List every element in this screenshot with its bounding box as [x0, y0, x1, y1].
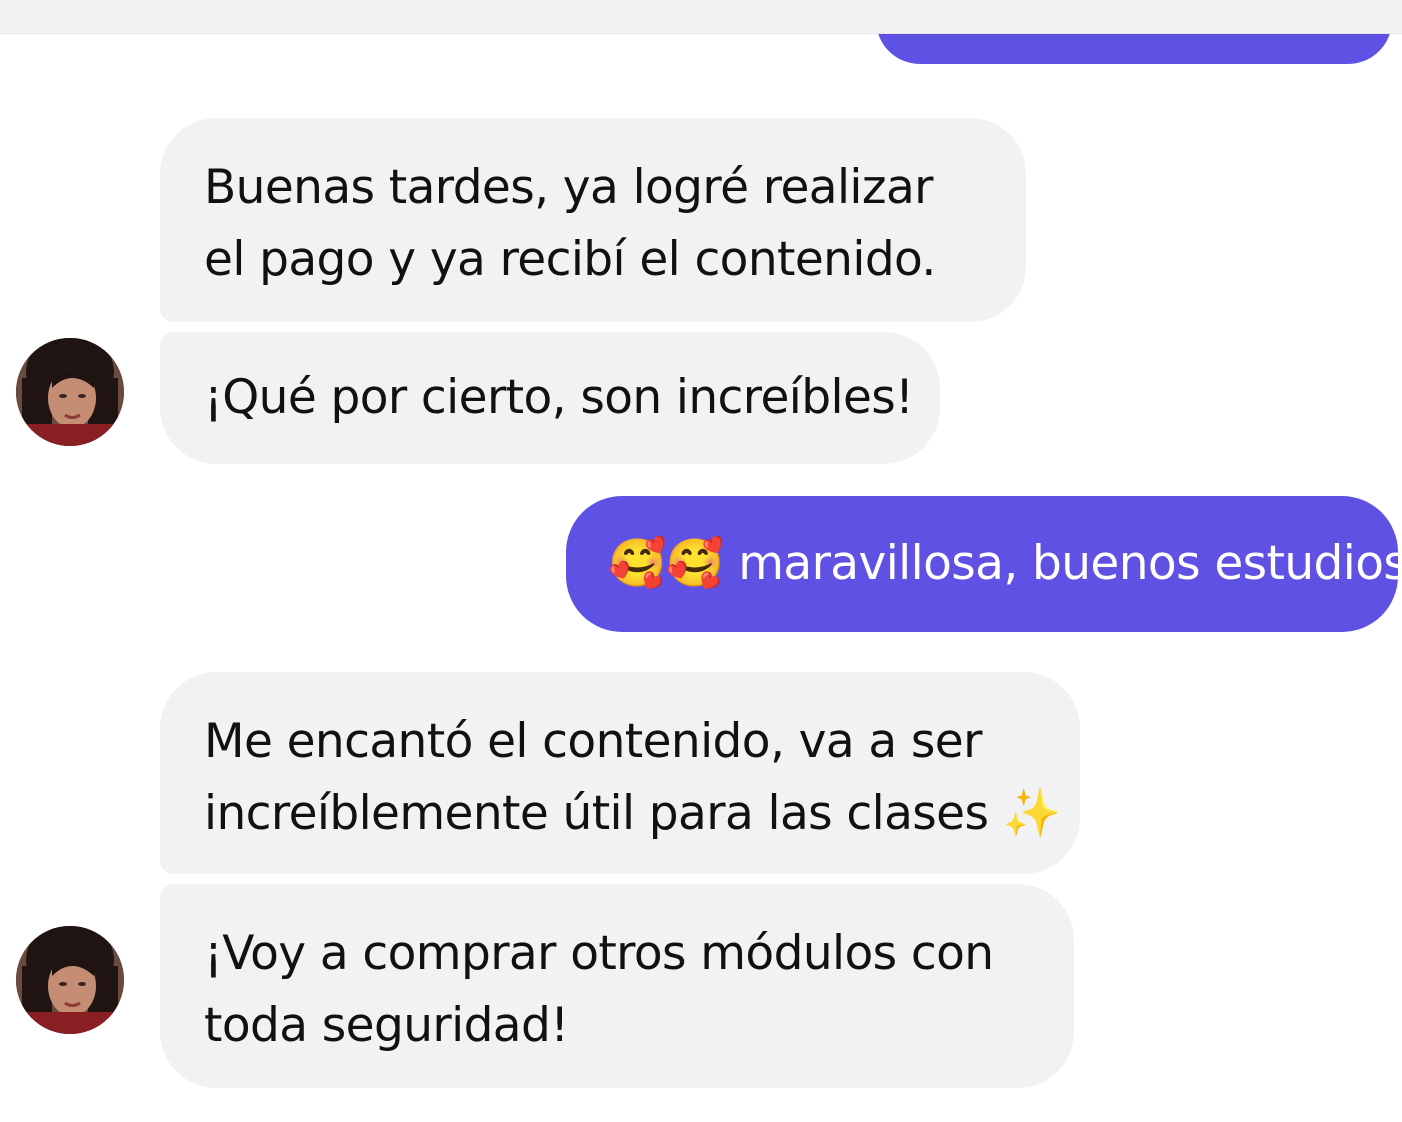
user-avatar-image [16, 338, 124, 446]
incoming-message-bubble: ¡Voy a comprar otros módulos con toda se… [160, 884, 1074, 1088]
smiling-face-with-hearts-icon: 🥰🥰 [608, 536, 724, 591]
incoming-message-bubble: Buenas tardes, ya logré realizar el pago… [160, 118, 1026, 322]
outgoing-message-bubble: 🥰🥰 maravillosa, buenos estudios [566, 496, 1402, 632]
avatar[interactable] [16, 338, 124, 446]
sparkles-icon: ✨ [1002, 786, 1062, 841]
message-line: increíblemente útil para las clases [204, 786, 989, 841]
incoming-message-bubble: Me encantó el contenido, va a ser increí… [160, 672, 1080, 874]
message-line: Me encantó el contenido, va a ser [204, 714, 982, 769]
user-avatar-image [16, 926, 124, 1034]
incoming-message-bubble: ¡Qué por cierto, son increíbles! [160, 332, 940, 464]
message-text: maravillosa, buenos estudios [738, 536, 1402, 591]
chat-header-bar [0, 0, 1402, 34]
message-line: el pago y ya recibí el contenido. [204, 232, 936, 287]
message-line-with-emoji: increíblemente útil para las clases ✨ [204, 778, 1061, 850]
avatar[interactable] [16, 926, 124, 1034]
message-line: ¡Voy a comprar otros módulos con [204, 926, 994, 981]
message-line: ¡Qué por cierto, son increíbles! [204, 370, 914, 425]
message-line: Buenas tardes, ya logré realizar [204, 160, 933, 215]
message-line: toda seguridad! [204, 998, 569, 1053]
